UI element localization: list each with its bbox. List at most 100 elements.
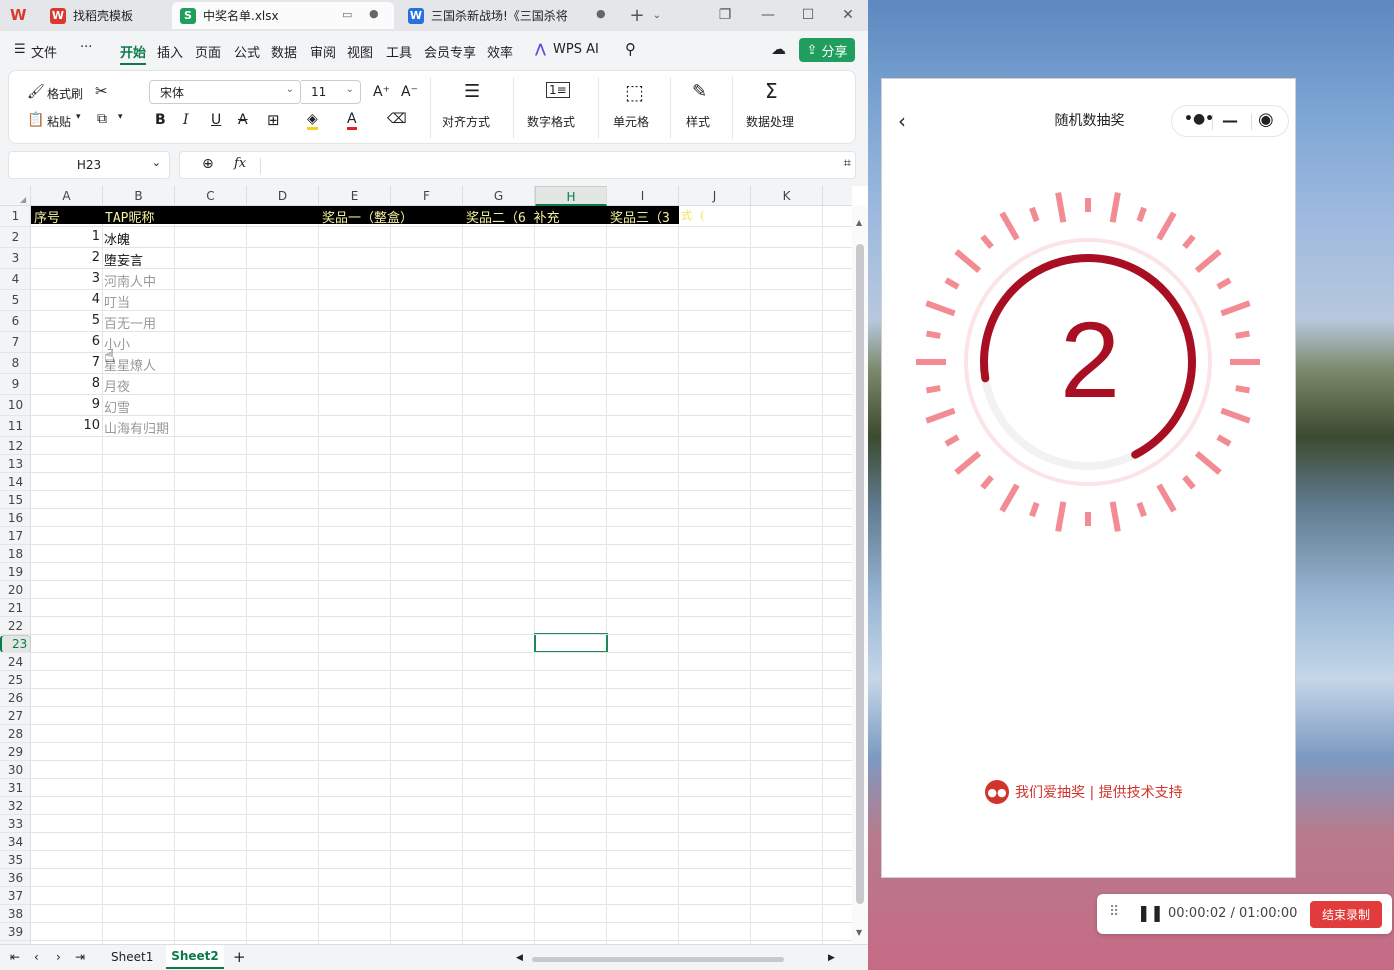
- row-header-35[interactable]: 35: [0, 851, 31, 869]
- header-cell-b[interactable]: TAP昵称: [105, 207, 245, 226]
- column-header-i[interactable]: I: [607, 186, 679, 206]
- column-header-a[interactable]: A: [31, 186, 103, 206]
- column-header-g[interactable]: G: [463, 186, 535, 206]
- scroll-right-icon[interactable]: ▶: [828, 953, 835, 963]
- row-header-39[interactable]: 39: [0, 923, 31, 941]
- italic-button[interactable]: I: [183, 112, 189, 128]
- row-header-14[interactable]: 14: [0, 473, 31, 491]
- cell-nickname[interactable]: 堕妄言: [104, 250, 143, 269]
- menu-insert[interactable]: 插入: [157, 42, 183, 61]
- format-painter-icon[interactable]: 🖌: [27, 84, 45, 100]
- column-header-k[interactable]: K: [751, 186, 823, 206]
- row-header-4[interactable]: 4: [0, 269, 31, 290]
- menu-tools[interactable]: 工具: [386, 42, 412, 61]
- cells-button[interactable]: 单元格: [613, 113, 649, 130]
- row-header-1[interactable]: 1: [0, 206, 31, 227]
- expand-formula-icon[interactable]: ⌗: [844, 156, 851, 171]
- next-sheet-icon[interactable]: ›: [56, 950, 61, 964]
- add-sheet-plus-icon[interactable]: +: [233, 948, 246, 966]
- row-header-29[interactable]: 29: [0, 743, 31, 761]
- cell-area[interactable]: 序号 TAP昵称 奖品一（整盒） 奖品二（6 补充 奖品三（3 式 ( 1 冰魄 2…: [31, 206, 852, 959]
- hamburger-icon[interactable]: ☰: [14, 42, 26, 57]
- share-button[interactable]: ⇪ 分享: [799, 38, 855, 62]
- cell-index[interactable]: 2: [31, 250, 102, 265]
- header-cell-i[interactable]: 奖品三（3: [610, 207, 679, 226]
- row-header-18[interactable]: 18: [0, 545, 31, 563]
- header-cell-a[interactable]: 序号: [34, 207, 102, 226]
- bold-button[interactable]: B: [155, 112, 166, 128]
- row-header-19[interactable]: 19: [0, 563, 31, 581]
- zoom-icon[interactable]: ⊕: [202, 156, 214, 172]
- row-header-3[interactable]: 3: [0, 248, 31, 269]
- scroll-left-icon[interactable]: ◀: [516, 953, 523, 963]
- row-header-10[interactable]: 10: [0, 395, 31, 416]
- name-box[interactable]: H23 ⌄: [8, 151, 170, 179]
- menu-wps-ai[interactable]: WPS AI: [553, 42, 599, 57]
- row-header-36[interactable]: 36: [0, 869, 31, 887]
- vertical-scrollbar[interactable]: ▲ ▼: [852, 206, 868, 944]
- row-header-34[interactable]: 34: [0, 833, 31, 851]
- paste-button[interactable]: 粘贴: [47, 113, 71, 130]
- paste-chevron-icon[interactable]: ▾: [76, 112, 81, 122]
- cell-index[interactable]: 3: [31, 271, 102, 286]
- tab-docer-templates[interactable]: W 找稻壳模板: [42, 2, 168, 29]
- fill-color-icon[interactable]: ◈: [307, 111, 318, 130]
- formula-input[interactable]: ⊕ fx ⌗: [179, 151, 856, 179]
- row-header-16[interactable]: 16: [0, 509, 31, 527]
- format-painter-button[interactable]: 格式刷: [47, 85, 83, 102]
- cell-nickname[interactable]: 山海有归期: [104, 418, 169, 437]
- tab-word-doc[interactable]: W 三国杀新战场!《三国杀将 ●: [400, 2, 620, 29]
- align-icon[interactable]: ☰: [464, 81, 480, 102]
- row-header-7[interactable]: 7: [0, 332, 31, 353]
- cloud-upload-icon[interactable]: ☁: [771, 40, 786, 58]
- font-size-select[interactable]: 11 ⌄: [301, 80, 361, 104]
- close-icon[interactable]: ✕: [837, 5, 859, 25]
- menu-efficiency[interactable]: 效率: [487, 42, 513, 61]
- cells-icon[interactable]: ⬚: [625, 80, 644, 104]
- decrease-font-icon[interactable]: A⁻: [401, 84, 418, 100]
- borders-icon[interactable]: ⊞: [267, 111, 280, 129]
- horizontal-scroll-thumb[interactable]: [532, 957, 784, 962]
- monitor-icon[interactable]: ▭: [342, 8, 352, 21]
- row-header-13[interactable]: 13: [0, 455, 31, 473]
- increase-font-icon[interactable]: A⁺: [373, 84, 390, 100]
- row-header-15[interactable]: 15: [0, 491, 31, 509]
- unsaved-dot-icon[interactable]: ●: [596, 7, 606, 20]
- underline-button[interactable]: U: [211, 112, 221, 128]
- menu-page[interactable]: 页面: [195, 42, 221, 61]
- row-header-25[interactable]: 25: [0, 671, 31, 689]
- header-cell-g[interactable]: 奖品二（6 补充: [466, 207, 606, 226]
- minimize-capsule-icon[interactable]: —: [1222, 111, 1238, 130]
- close-capsule-icon[interactable]: ◉: [1258, 109, 1274, 130]
- cell-index[interactable]: 5: [31, 313, 102, 328]
- row-header-26[interactable]: 26: [0, 689, 31, 707]
- row-header-28[interactable]: 28: [0, 725, 31, 743]
- active-cell-h23[interactable]: [534, 633, 608, 653]
- wps-ai-icon[interactable]: ⋀: [535, 42, 546, 57]
- first-sheet-icon[interactable]: ⇤: [10, 950, 20, 964]
- row-header-38[interactable]: 38: [0, 905, 31, 923]
- row-header-37[interactable]: 37: [0, 887, 31, 905]
- menu-vip[interactable]: 会员专享: [424, 42, 476, 61]
- last-sheet-icon[interactable]: ⇥: [75, 950, 85, 964]
- column-header-j[interactable]: J: [679, 186, 751, 206]
- sheet-tab-sheet2[interactable]: Sheet2: [166, 945, 224, 969]
- cell-index[interactable]: 9: [31, 397, 102, 412]
- copy-icon[interactable]: ⧉: [97, 111, 107, 127]
- tech-support-credit[interactable]: ●● 我们爱抽奖 | 提供技术支持: [985, 780, 1183, 804]
- header-cell-j[interactable]: 式 (: [681, 207, 705, 223]
- data-process-button[interactable]: 数据处理: [746, 113, 794, 130]
- row-header-22[interactable]: 22: [0, 617, 31, 635]
- align-button[interactable]: 对齐方式: [442, 113, 490, 130]
- cell-index[interactable]: 4: [31, 292, 102, 307]
- menu-home[interactable]: 开始: [120, 42, 146, 61]
- cell-nickname[interactable]: 百无一用: [104, 313, 156, 332]
- cell-index[interactable]: 1: [31, 229, 102, 244]
- scroll-up-icon[interactable]: ▲: [856, 218, 862, 227]
- cell-index[interactable]: 6: [31, 334, 102, 349]
- drag-handle-icon[interactable]: ⠿: [1109, 904, 1119, 920]
- header-cell-e[interactable]: 奖品一（整盒）: [322, 207, 462, 226]
- row-header-31[interactable]: 31: [0, 779, 31, 797]
- scroll-down-icon[interactable]: ▼: [856, 928, 862, 937]
- unsaved-dot-icon[interactable]: ●: [369, 7, 379, 20]
